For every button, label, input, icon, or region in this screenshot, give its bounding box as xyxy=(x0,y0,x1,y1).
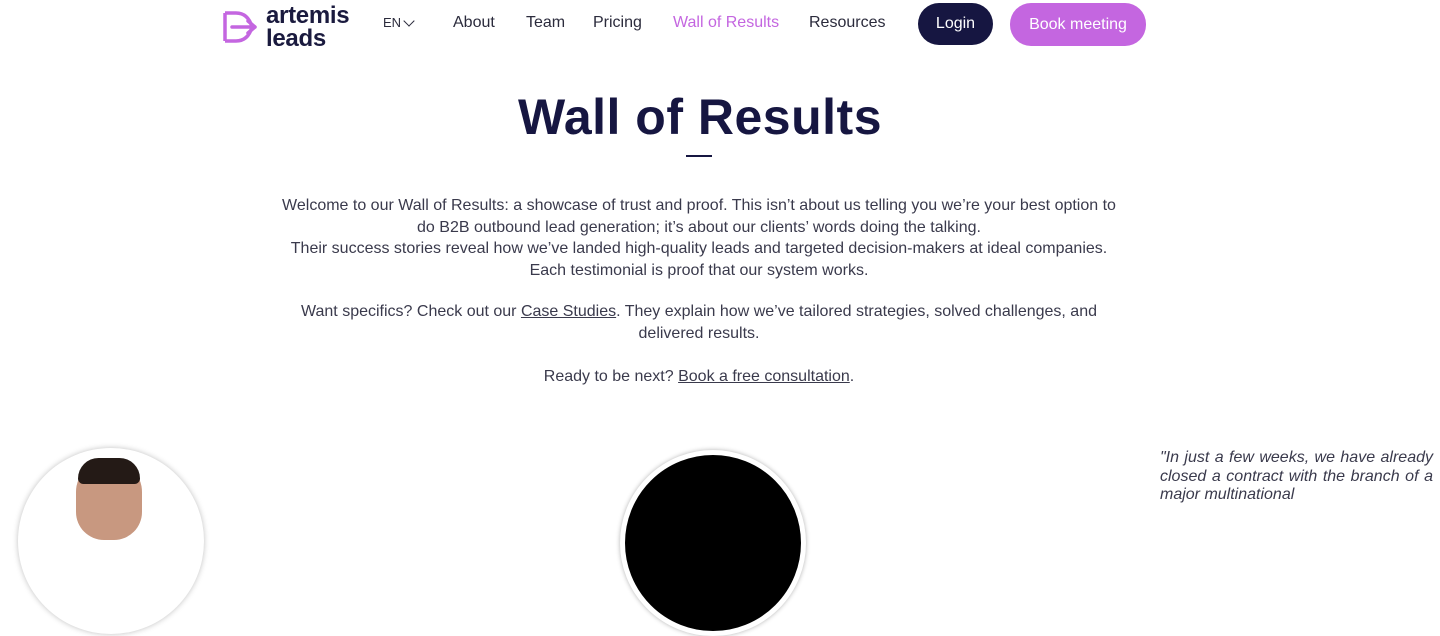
login-button[interactable]: Login xyxy=(918,3,993,45)
book-consultation-link[interactable]: Book a free consultation xyxy=(678,368,850,385)
nav-team[interactable]: Team xyxy=(526,14,565,32)
specifics-text-before: Want specifics? Check out our xyxy=(301,303,521,320)
logo[interactable]: artemis leads xyxy=(222,2,350,52)
logo-line-1: artemis xyxy=(266,2,350,29)
intro-line-1: Welcome to our Wall of Results: a showca… xyxy=(282,197,1116,236)
specifics-text-after: . They explain how we’ve tailored strate… xyxy=(616,303,1097,342)
consultation-paragraph: Ready to be next? Book a free consultati… xyxy=(280,366,1118,388)
nav-wall-of-results[interactable]: Wall of Results xyxy=(673,14,779,32)
testimonial-quote: "In just a few weeks, we have already cl… xyxy=(1160,449,1433,503)
logo-line-2: leads xyxy=(266,25,326,52)
specifics-paragraph: Want specifics? Check out our Case Studi… xyxy=(280,301,1118,344)
language-selector[interactable]: EN xyxy=(383,14,415,30)
nav-about[interactable]: About xyxy=(453,14,495,32)
nav-pricing[interactable]: Pricing xyxy=(593,14,642,32)
intro-line-2: Their success stories reveal how we’ve l… xyxy=(290,240,1108,279)
site-header: artemis leads EN About Team Pricing Wall… xyxy=(0,0,1440,52)
ready-text-after: . xyxy=(849,368,855,385)
book-meeting-button[interactable]: Book meeting xyxy=(1010,3,1146,46)
title-divider xyxy=(686,155,712,157)
logo-arrow-icon xyxy=(223,11,257,43)
nav-resources[interactable]: Resources xyxy=(809,14,885,32)
intro-paragraph: Welcome to our Wall of Results: a showca… xyxy=(280,195,1118,281)
page-title: Wall of Results xyxy=(517,89,883,145)
avatar-hair xyxy=(78,458,140,484)
testimonial-video-thumbnail[interactable] xyxy=(620,450,806,636)
logo-wordmark: artemis leads xyxy=(266,2,350,52)
testimonial-avatar xyxy=(18,448,204,634)
ready-text-before: Ready to be next? xyxy=(543,368,679,385)
language-label: EN xyxy=(383,15,402,30)
case-studies-link[interactable]: Case Studies xyxy=(521,303,616,320)
chevron-down-icon xyxy=(403,14,415,27)
